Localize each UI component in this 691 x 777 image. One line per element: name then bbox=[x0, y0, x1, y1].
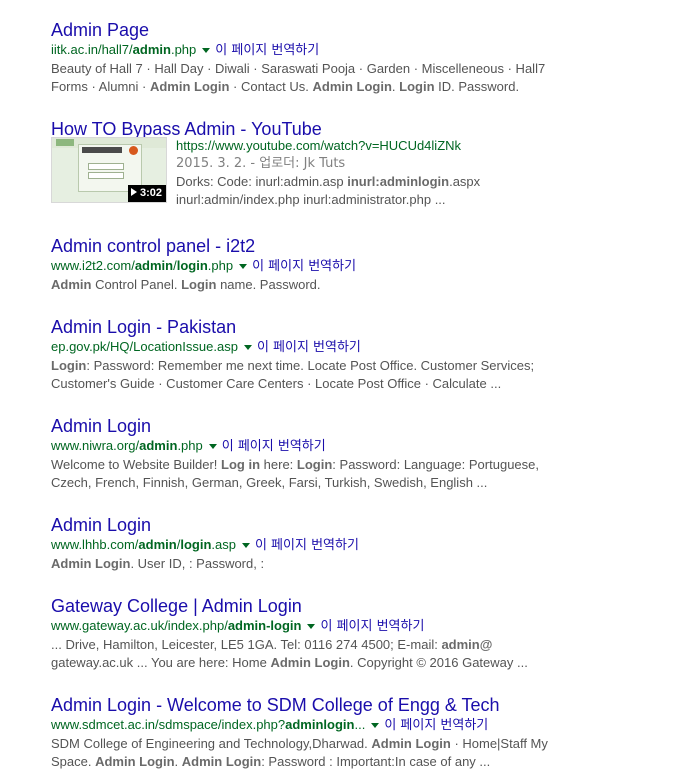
result-snippet: ... Drive, Hamilton, Leicester, LE5 1GA.… bbox=[51, 637, 528, 670]
translate-page-link[interactable]: 이 페이지 번역하기 bbox=[255, 538, 359, 553]
translate-page-link[interactable]: 이 페이지 번역하기 bbox=[257, 340, 361, 355]
result-title-link[interactable]: Admin Login bbox=[51, 415, 681, 437]
result-url: www.i2t2.com/admin/login.php 이 페이지 번역하기 bbox=[51, 258, 357, 274]
url-dropdown-arrow-icon[interactable] bbox=[239, 263, 248, 269]
video-result: How TO Bypass Admin - YouTube 3:02 https… bbox=[51, 118, 681, 214]
search-result: Admin Login www.lhhb.com/admin/login.asp… bbox=[51, 514, 681, 573]
search-result: Admin control panel - i2t2 www.i2t2.com/… bbox=[51, 235, 681, 294]
result-snippet: Admin Control Panel. Login name. Passwor… bbox=[51, 277, 321, 292]
result-snippet: Dorks: Code: inurl:admin.asp inurl:admin… bbox=[176, 174, 481, 207]
result-url: https://www.youtube.com/watch?v=HUCUd4li… bbox=[176, 138, 462, 153]
url-dropdown-arrow-icon[interactable] bbox=[307, 623, 316, 629]
result-title-link[interactable]: Admin control panel - i2t2 bbox=[51, 235, 681, 257]
url-dropdown-arrow-icon[interactable] bbox=[371, 722, 380, 728]
video-info: https://www.youtube.com/watch?v=HUCUd4li… bbox=[176, 137, 480, 209]
result-url: www.niwra.org/admin.php 이 페이지 번역하기 bbox=[51, 438, 326, 454]
thumbnail-field bbox=[88, 172, 124, 179]
video-thumbnail[interactable]: 3:02 bbox=[51, 137, 167, 203]
result-title-link[interactable]: Admin Login - Welcome to SDM College of … bbox=[51, 694, 681, 716]
translate-page-link[interactable]: 이 페이지 번역하기 bbox=[384, 718, 488, 733]
result-title-link[interactable]: Gateway College | Admin Login bbox=[51, 595, 681, 617]
play-icon bbox=[130, 188, 137, 196]
search-result: Admin Login www.niwra.org/admin.php 이 페이지… bbox=[51, 415, 681, 492]
url-dropdown-arrow-icon[interactable] bbox=[243, 344, 252, 350]
result-snippet: Beauty of Hall 7 · Hall Day · Diwali · S… bbox=[51, 61, 546, 94]
translate-page-link[interactable]: 이 페이지 번역하기 bbox=[252, 259, 356, 274]
translate-page-link[interactable]: 이 페이지 번역하기 bbox=[215, 43, 319, 58]
search-result: Admin Login - Pakistan ep.gov.pk/HQ/Loca… bbox=[51, 316, 681, 393]
result-snippet: SDM College of Engineering and Technolog… bbox=[51, 736, 548, 769]
thumbnail-field bbox=[88, 163, 124, 170]
url-dropdown-arrow-icon[interactable] bbox=[208, 443, 217, 449]
thumbnail-dot bbox=[129, 146, 138, 155]
search-result: Admin Page iitk.ac.in/hall7/admin.php 이 페… bbox=[51, 19, 681, 96]
result-snippet: Admin Login. User ID, : Password, : bbox=[51, 556, 265, 571]
result-title-link[interactable]: Admin Login - Pakistan bbox=[51, 316, 681, 338]
url-dropdown-arrow-icon[interactable] bbox=[241, 542, 250, 548]
url-dropdown-arrow-icon[interactable] bbox=[202, 47, 211, 53]
result-url: www.sdmcet.ac.in/sdmspace/index.php?admi… bbox=[51, 717, 489, 733]
video-meta: 2015. 3. 2. - 업로더: Jk Tuts bbox=[176, 156, 346, 171]
result-snippet: Login: Password: Remember me next time. … bbox=[51, 358, 535, 391]
result-url: www.lhhb.com/admin/login.asp 이 페이지 번역하기 bbox=[51, 537, 359, 553]
search-result: Gateway College | Admin Login www.gatewa… bbox=[51, 595, 681, 672]
result-url: ep.gov.pk/HQ/LocationIssue.asp 이 페이지 번역하기 bbox=[51, 339, 361, 355]
thumbnail-logo bbox=[56, 139, 74, 146]
search-result: Admin Login - Welcome to SDM College of … bbox=[51, 694, 681, 771]
result-title-link[interactable]: Admin Page bbox=[51, 19, 681, 41]
translate-page-link[interactable]: 이 페이지 번역하기 bbox=[222, 439, 326, 454]
result-title-link[interactable]: Admin Login bbox=[51, 514, 681, 536]
thumbnail-titlebar bbox=[82, 147, 122, 153]
result-url: iitk.ac.in/hall7/admin.php 이 페이지 번역하기 bbox=[51, 42, 320, 58]
translate-page-link[interactable]: 이 페이지 번역하기 bbox=[320, 619, 424, 634]
video-duration-badge: 3:02 bbox=[127, 185, 166, 202]
result-url: www.gateway.ac.uk/index.php/admin-login 이… bbox=[51, 618, 425, 634]
result-snippet: Welcome to Website Builder! Log in here:… bbox=[51, 457, 539, 490]
